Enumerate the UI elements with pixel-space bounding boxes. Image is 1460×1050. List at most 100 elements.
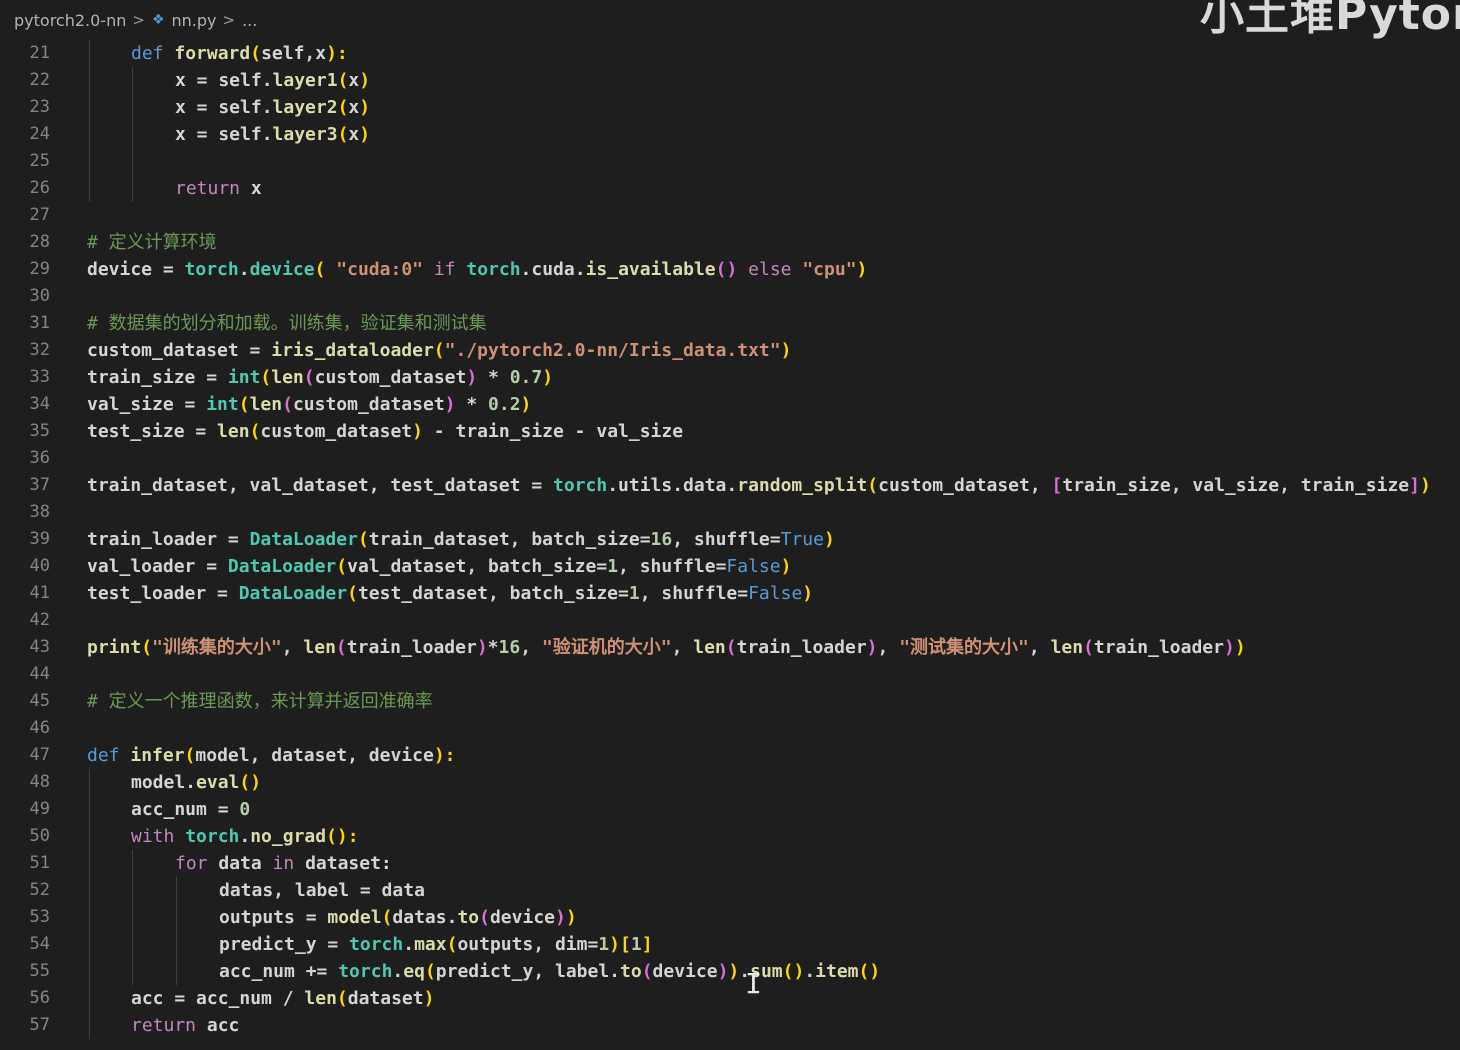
- code-token: device: [489, 907, 555, 928]
- line-text[interactable]: x = self.layer2(x): [175, 94, 370, 121]
- line-text[interactable]: val_size = int(len(custom_dataset) * 0.2…: [87, 391, 531, 418]
- code-token: ]: [1409, 475, 1420, 496]
- code-token: datas, label = data: [219, 880, 425, 901]
- line-text[interactable]: def infer(model, dataset, device):: [87, 742, 456, 769]
- code-line[interactable]: 26 return x: [0, 175, 1460, 202]
- line-text[interactable]: predict_y = torch.max(outputs, dim=1)[1]: [219, 931, 653, 958]
- line-text[interactable]: # 数据集的划分和加载。训练集，验证集和测试集: [87, 310, 487, 337]
- line-text[interactable]: device = torch.device( "cuda:0" if torch…: [87, 256, 867, 283]
- code-token: , shuffle=: [639, 583, 749, 604]
- code-line[interactable]: 45 # 定义一个推理函数，来计算并返回准确率: [0, 688, 1460, 715]
- code-token: ): [823, 529, 835, 550]
- code-line[interactable]: 53 outputs = model(datas.to(device)): [0, 904, 1460, 931]
- code-line[interactable]: 32 custom_dataset = iris_dataloader("./py…: [0, 337, 1460, 364]
- code-token: (): [782, 961, 805, 982]
- code-line[interactable]: 38: [0, 499, 1460, 526]
- breadcrumb-file[interactable]: nn.py: [172, 11, 217, 30]
- line-text[interactable]: x = self.layer3(x): [175, 121, 370, 148]
- line-text[interactable]: test_loader = DataLoader(test_dataset, b…: [87, 580, 813, 607]
- code-line[interactable]: 29 device = torch.device( "cuda:0" if tor…: [0, 256, 1460, 283]
- line-text[interactable]: def forward(self,x):: [131, 40, 348, 67]
- code-line[interactable]: 39 train_loader = DataLoader(train_datase…: [0, 526, 1460, 553]
- code-token: in: [261, 853, 306, 874]
- code-line[interactable]: 46: [0, 715, 1460, 742]
- code-line[interactable]: 36: [0, 445, 1460, 472]
- code-line[interactable]: 52 datas, label = data: [0, 877, 1460, 904]
- line-text[interactable]: with torch.no_grad():: [131, 823, 359, 850]
- code-line[interactable]: 31 # 数据集的划分和加载。训练集，验证集和测试集: [0, 310, 1460, 337]
- code-token: torch: [349, 934, 404, 955]
- code-line[interactable]: 42: [0, 607, 1460, 634]
- line-number: 48: [29, 772, 50, 792]
- code-line[interactable]: 41 test_loader = DataLoader(test_dataset,…: [0, 580, 1460, 607]
- code-token: ): [359, 97, 371, 118]
- code-line[interactable]: 22 x = self.layer1(x): [0, 67, 1460, 94]
- line-text[interactable]: acc = acc_num / len(dataset): [131, 985, 434, 1012]
- code-line[interactable]: 28 # 定义计算环境: [0, 229, 1460, 256]
- line-text[interactable]: outputs = model(datas.to(device)): [219, 904, 577, 931]
- line-text[interactable]: return x: [175, 175, 262, 202]
- code-token: outputs, dim=: [457, 934, 599, 955]
- breadcrumb-ellipsis[interactable]: ...: [242, 11, 257, 30]
- code-line[interactable]: 40 val_loader = DataLoader(val_dataset, b…: [0, 553, 1460, 580]
- line-text[interactable]: # 定义计算环境: [87, 229, 217, 256]
- code-lines[interactable]: 21 def forward(self,x): 22 x = self.layer1(…: [0, 40, 1460, 1039]
- code-line[interactable]: 43 print("训练集的大小", len(train_loader)*16, …: [0, 634, 1460, 661]
- breadcrumb-folder[interactable]: pytorch2.0-nn: [14, 11, 126, 30]
- line-text[interactable]: train_loader = DataLoader(train_dataset,…: [87, 526, 835, 553]
- code-token: dataset:: [305, 853, 392, 874]
- code-line[interactable]: 27: [0, 202, 1460, 229]
- code-token: (: [867, 475, 879, 496]
- code-line[interactable]: 56 acc = acc_num / len(dataset): [0, 985, 1460, 1012]
- code-token: model: [327, 907, 382, 928]
- code-line[interactable]: 51 for data in dataset:: [0, 850, 1460, 877]
- code-line[interactable]: 47 def infer(model, dataset, device):: [0, 742, 1460, 769]
- line-text[interactable]: return acc: [131, 1012, 239, 1039]
- line-text[interactable]: train_size = int(len(custom_dataset) * 0…: [87, 364, 553, 391]
- line-text[interactable]: for data in dataset:: [175, 850, 392, 877]
- code-token: (: [725, 637, 737, 658]
- line-text[interactable]: custom_dataset = iris_dataloader("./pyto…: [87, 337, 791, 364]
- code-line[interactable]: 21 def forward(self,x):: [0, 40, 1460, 67]
- code-line[interactable]: 50 with torch.no_grad():: [0, 823, 1460, 850]
- code-token: (: [249, 421, 261, 442]
- code-line[interactable]: 49 acc_num = 0: [0, 796, 1460, 823]
- line-text[interactable]: # 定义一个推理函数，来计算并返回准确率: [87, 688, 433, 715]
- code-line[interactable]: 57 return acc: [0, 1012, 1460, 1039]
- line-text[interactable]: acc_num += torch.eq(predict_y, label.to(…: [219, 958, 880, 985]
- code-token: ]: [641, 934, 653, 955]
- line-text[interactable]: acc_num = 0: [131, 796, 250, 823]
- code-token: *: [477, 367, 510, 388]
- code-token: "测试集的大小": [899, 637, 1029, 658]
- code-line[interactable]: 25: [0, 148, 1460, 175]
- code-token: (: [381, 907, 393, 928]
- code-line[interactable]: 54 predict_y = torch.max(outputs, dim=1)[…: [0, 931, 1460, 958]
- line-number: 55: [29, 961, 50, 981]
- line-number: 27: [29, 205, 50, 225]
- code-line[interactable]: 30: [0, 283, 1460, 310]
- code-line[interactable]: 23 x = self.layer2(x): [0, 94, 1460, 121]
- line-text[interactable]: train_dataset, val_dataset, test_dataset…: [87, 472, 1431, 499]
- code-token: test_loader =: [87, 583, 239, 604]
- line-text[interactable]: print("训练集的大小", len(train_loader)*16, "验…: [87, 634, 1246, 661]
- code-line[interactable]: 37 train_dataset, val_dataset, test_datas…: [0, 472, 1460, 499]
- line-text[interactable]: model.eval(): [131, 769, 261, 796]
- code-token: len: [217, 421, 250, 442]
- code-token: (: [238, 394, 250, 415]
- code-line[interactable]: 34 val_size = int(len(custom_dataset) * 0…: [0, 391, 1460, 418]
- code-line[interactable]: 24 x = self.layer3(x): [0, 121, 1460, 148]
- code-line[interactable]: 35 test_size = len(custom_dataset) - trai…: [0, 418, 1460, 445]
- code-token: test_size =: [87, 421, 218, 442]
- code-token: x: [250, 178, 262, 199]
- code-line[interactable]: 33 train_size = int(len(custom_dataset) *…: [0, 364, 1460, 391]
- code-line[interactable]: 48 model.eval(): [0, 769, 1460, 796]
- code-editor[interactable]: pytorch2.0-nn > ❖ nn.py > ... 小土堆Pytor 2…: [0, 0, 1460, 1050]
- code-token: infer: [130, 745, 185, 766]
- line-text[interactable]: datas, label = data: [219, 877, 425, 904]
- line-text[interactable]: test_size = len(custom_dataset) - train_…: [87, 418, 683, 445]
- line-text[interactable]: x = self.layer1(x): [175, 67, 370, 94]
- code-line[interactable]: 55 acc_num += torch.eq(predict_y, label.t…: [0, 958, 1460, 985]
- code-token: 1: [628, 583, 640, 604]
- code-line[interactable]: 44: [0, 661, 1460, 688]
- line-text[interactable]: val_loader = DataLoader(val_dataset, bat…: [87, 553, 791, 580]
